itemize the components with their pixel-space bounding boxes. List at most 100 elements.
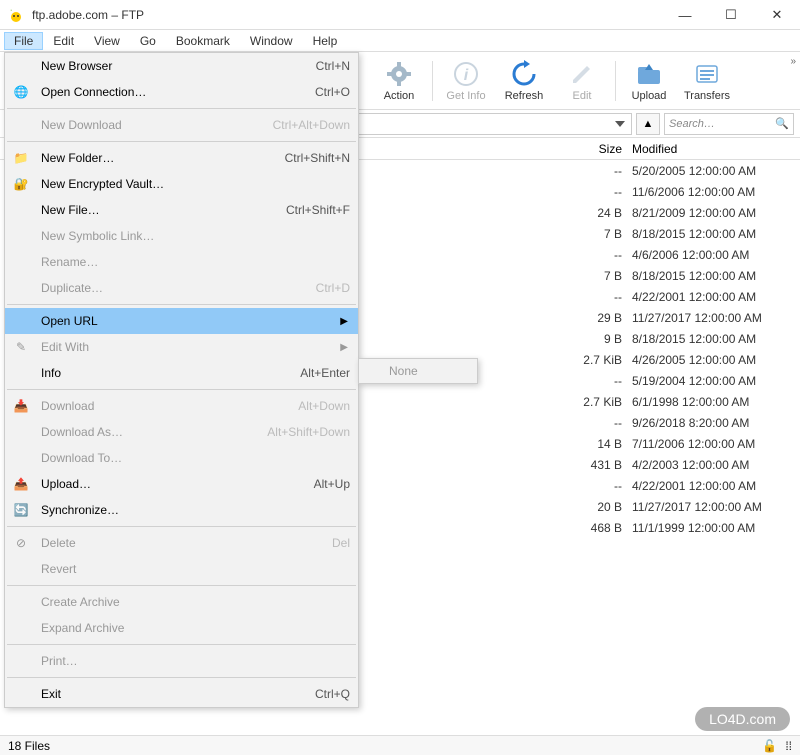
menu-item-open-url[interactable]: Open URL▶ [5,308,358,334]
close-button[interactable]: ✕ [754,0,800,30]
upload-icon: 📤 [13,476,29,492]
file-size: 9 B [572,332,632,346]
search-icon: 🔍 [775,117,789,130]
column-modified[interactable]: Modified [632,142,782,156]
trash-icon: ⊘ [13,535,29,551]
menu-item-download-as: Download As…Alt+Shift+Down [5,419,358,445]
menu-item-open-connection[interactable]: 🌐Open Connection…Ctrl+O [5,79,358,105]
download-icon: 📥 [13,398,29,414]
menu-separator [7,644,356,645]
file-modified: 7/11/2006 12:00:00 AM [632,437,782,451]
menu-shortcut: Ctrl+N [316,59,350,73]
menu-shortcut: Ctrl+D [316,281,350,295]
menu-item-delete: ⊘DeleteDel [5,530,358,556]
menu-separator [7,585,356,586]
toolbar-edit[interactable]: Edit [553,54,611,108]
toolbar-get-info[interactable]: i Get Info [437,54,495,108]
menu-item-label: Info [41,366,300,380]
upload-folder-icon [635,60,663,88]
toolbar-action[interactable]: Action [370,54,428,108]
menu-bar: File Edit View Go Bookmark Window Help [0,30,800,52]
watermark: LO4D.com [695,707,790,731]
menu-item-duplicate: Duplicate…Ctrl+D [5,275,358,301]
menu-item-revert: Revert [5,556,358,582]
file-size: -- [572,416,632,430]
menu-item-label: Download As… [41,425,267,439]
window-controls: — ☐ ✕ [662,0,800,30]
file-modified: 11/27/2017 12:00:00 AM [632,311,782,325]
file-size: 29 B [572,311,632,325]
menu-item-label: Revert [41,562,350,576]
menu-item-upload[interactable]: 📤Upload…Alt+Up [5,471,358,497]
file-modified: 8/21/2009 12:00:00 AM [632,206,782,220]
path-up-button[interactable]: ▲ [636,113,660,135]
file-modified: 4/26/2005 12:00:00 AM [632,353,782,367]
file-modified: 8/18/2015 12:00:00 AM [632,269,782,283]
menu-separator [7,108,356,109]
menu-item-label: Exit [41,687,315,701]
lock-icon: 🔓 [762,739,777,753]
menu-item-label: New Folder… [41,151,285,165]
status-icons: 🔓 ⁞⁞ [762,739,792,753]
menu-shortcut: Ctrl+Alt+Down [273,118,350,132]
menu-shortcut: Alt+Down [298,399,350,413]
transfers-icon [693,60,721,88]
menu-bookmark[interactable]: Bookmark [166,32,240,50]
file-size: -- [572,164,632,178]
menu-shortcut: Del [332,536,350,550]
toolbar-refresh[interactable]: Refresh [495,54,553,108]
file-size: 2.7 KiB [572,353,632,367]
file-modified: 5/19/2004 12:00:00 AM [632,374,782,388]
menu-help[interactable]: Help [303,32,348,50]
menu-item-label: Duplicate… [41,281,316,295]
maximize-button[interactable]: ☐ [708,0,754,30]
submenu-arrow-icon: ▶ [340,342,348,353]
file-modified: 8/18/2015 12:00:00 AM [632,227,782,241]
menu-shortcut: Ctrl+Shift+F [286,203,350,217]
menu-item-exit[interactable]: ExitCtrl+Q [5,681,358,707]
menu-item-label: New Browser [41,59,316,73]
file-size: -- [572,290,632,304]
menu-item-label: Open URL [41,314,350,328]
folder-plus-icon: 📁 [13,150,29,166]
toolbar-transfers[interactable]: Transfers [678,54,736,108]
menu-shortcut: Alt+Shift+Down [267,425,350,439]
menu-shortcut: Ctrl+Q [315,687,350,701]
menu-separator [7,677,356,678]
menu-item-new-folder[interactable]: 📁New Folder…Ctrl+Shift+N [5,145,358,171]
menu-go[interactable]: Go [130,32,166,50]
menu-item-label: Synchronize… [41,503,350,517]
file-size: 24 B [572,206,632,220]
search-input[interactable]: Search… 🔍 [664,113,794,135]
menu-item-label: Print… [41,654,350,668]
toolbar-separator [432,61,433,101]
minimize-button[interactable]: — [662,0,708,30]
toolbar-upload[interactable]: Upload [620,54,678,108]
menu-item-label: New File… [41,203,286,217]
menu-item-download-to: Download To… [5,445,358,471]
file-modified: 11/6/2006 12:00:00 AM [632,185,782,199]
menu-view[interactable]: View [84,32,130,50]
file-modified: 5/20/2005 12:00:00 AM [632,164,782,178]
menu-separator [7,389,356,390]
column-size[interactable]: Size [572,142,632,156]
menu-item-label: Download To… [41,451,350,465]
menu-item-rename: Rename… [5,249,358,275]
toolbar-separator [615,61,616,101]
file-size: 14 B [572,437,632,451]
toolbar-overflow-icon[interactable]: » [790,56,796,67]
menu-item-label: Download [41,399,298,413]
file-size: 468 B [572,521,632,535]
menu-item-new-encrypted-vault[interactable]: 🔐New Encrypted Vault… [5,171,358,197]
menu-item-info[interactable]: InfoAlt+Enter [5,360,358,386]
menu-item-label: New Encrypted Vault… [41,177,350,191]
menu-edit[interactable]: Edit [43,32,84,50]
menu-item-label: New Download [41,118,273,132]
file-size: 7 B [572,269,632,283]
menu-file[interactable]: File [4,32,43,50]
menu-shortcut: Alt+Enter [300,366,350,380]
menu-item-synchronize[interactable]: 🔄Synchronize… [5,497,358,523]
menu-item-new-browser[interactable]: New BrowserCtrl+N [5,53,358,79]
menu-window[interactable]: Window [240,32,303,50]
menu-item-new-file[interactable]: New File…Ctrl+Shift+F [5,197,358,223]
